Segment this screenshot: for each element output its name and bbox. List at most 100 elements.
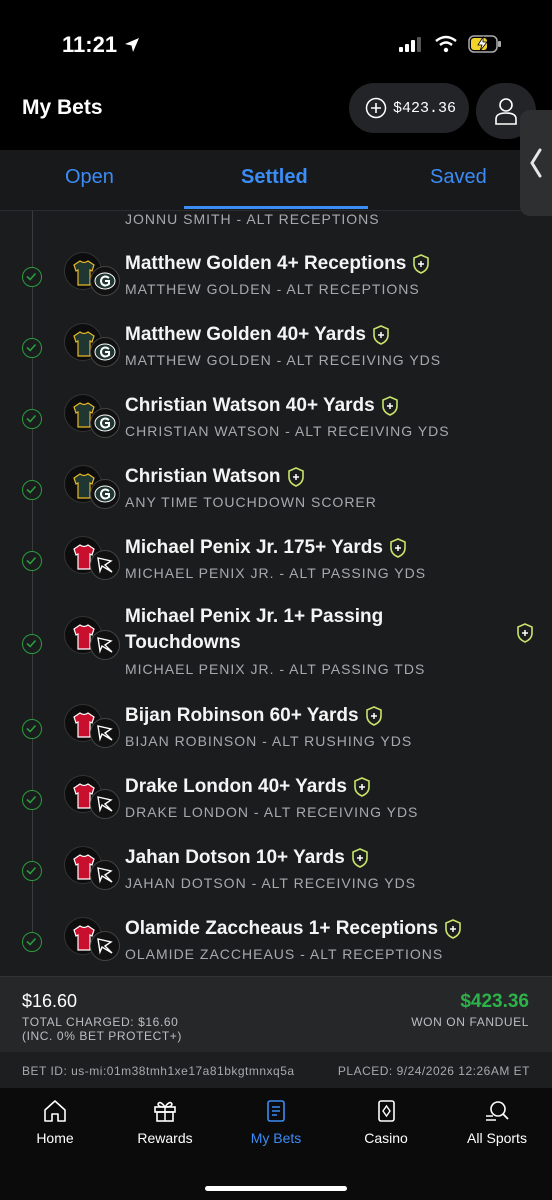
leg-subtitle: MICHAEL PENIX JR. - ALT PASSING YDS	[125, 565, 427, 581]
team-logo	[90, 630, 120, 660]
won-check-icon	[22, 634, 42, 654]
team-logos	[64, 323, 120, 367]
won-check-icon	[22, 409, 42, 429]
checkmark-icon	[26, 724, 37, 733]
tab-saved[interactable]: Saved	[430, 166, 487, 189]
team-logos	[64, 917, 120, 961]
team-logos	[64, 775, 120, 819]
nav-my-bets[interactable]: My Bets	[221, 1098, 331, 1146]
leg-title: Christian Watson	[125, 466, 305, 488]
packers-logo-icon	[94, 485, 116, 503]
leg-title-text: Matthew Golden 4+ Receptions	[125, 253, 407, 274]
balance-button[interactable]: $423.36	[349, 83, 469, 133]
checkmark-icon	[26, 795, 37, 804]
leg-subtitle: MATTHEW GOLDEN - ALT RECEIVING YDS	[125, 352, 442, 368]
home-indicator	[205, 1186, 347, 1191]
leg-title-text: Christian Watson 40+ Yards	[125, 395, 375, 416]
leg-title-text: Bijan Robinson 60+ Yards	[125, 705, 359, 726]
gift-icon	[154, 1101, 176, 1122]
leg-title-text: Christian Watson	[125, 466, 281, 487]
leg-title: Michael Penix Jr. 175+ Yards	[125, 537, 407, 559]
stake-amount: $16.60	[22, 991, 78, 1011]
leg-subtitle: DRAKE LONDON - ALT RECEIVING YDS	[125, 804, 419, 820]
bet-leg[interactable]: Michael Penix Jr. 1+ Passing Touchdowns M…	[0, 606, 552, 686]
bet-info-bar: BET ID: us-mi:01m38tmh1xe17a81bkgtmnxq5a…	[0, 1052, 552, 1088]
team-logos	[64, 616, 120, 660]
falcons-logo-icon	[97, 725, 113, 742]
checkmark-icon	[26, 485, 37, 494]
shield-icon	[445, 919, 461, 939]
leg-title-text: Drake London 40+ Yards	[125, 776, 347, 797]
leg-subtitle: MATTHEW GOLDEN - ALT RECEPTIONS	[125, 281, 420, 297]
won-label: WON ON FANDUEL	[411, 1015, 529, 1029]
nav-casino[interactable]: Casino	[331, 1098, 441, 1146]
leg-subtitle: OLAMIDE ZACCHEAUS - ALT RECEPTIONS	[125, 946, 444, 962]
bet-id: BET ID: us-mi:01m38tmh1xe17a81bkgtmnxq5a	[22, 1064, 295, 1078]
leg-subtitle: ANY TIME TOUCHDOWN SCORER	[125, 494, 377, 510]
won-check-icon	[22, 267, 42, 287]
active-tab-indicator	[184, 206, 368, 209]
team-logo	[90, 408, 120, 438]
packers-logo-icon	[94, 272, 116, 290]
nav-all-sports[interactable]: All Sports	[442, 1098, 552, 1146]
bet-leg[interactable]: Matthew Golden 4+ Receptions MATTHEW GOLD…	[0, 251, 552, 307]
nav-home[interactable]: Home	[0, 1098, 110, 1146]
leg-title: Christian Watson 40+ Yards	[125, 395, 399, 417]
bet-leg[interactable]: Olamide Zaccheaus 1+ Receptions OLAMIDE Z…	[0, 916, 552, 972]
bet-leg[interactable]: Christian Watson 40+ Yards CHRISTIAN WATS…	[0, 393, 552, 449]
leg-title-text: Michael Penix Jr. 1+ Passing Touchdowns	[125, 606, 384, 653]
team-logos	[64, 536, 120, 580]
signal-icon	[399, 37, 421, 52]
charged-info: TOTAL CHARGED: $16.60 (INC. 0% BET PROTE…	[22, 1015, 182, 1043]
won-check-icon	[22, 480, 42, 500]
falcons-logo-icon	[97, 938, 113, 955]
bet-leg[interactable]: Jahan Dotson 10+ Yards JAHAN DOTSON - ALT…	[0, 845, 552, 901]
shield-icon	[287, 467, 304, 487]
location-arrow-icon	[125, 38, 140, 52]
leg-subtitle: CHRISTIAN WATSON - ALT RECEIVING YDS	[125, 423, 450, 439]
won-check-icon	[22, 719, 42, 739]
bet-protect-note: (INC. 0% BET PROTECT+)	[22, 1029, 183, 1043]
bet-slip-icon	[267, 1100, 285, 1122]
leg-title: Bijan Robinson 60+ Yards	[125, 705, 383, 727]
shield-icon	[381, 396, 398, 416]
leg-title-text: Jahan Dotson 10+ Yards	[125, 847, 345, 868]
won-amount: $423.36	[460, 991, 529, 1012]
checkmark-icon	[26, 272, 37, 281]
bet-leg[interactable]: Matthew Golden 40+ Yards MATTHEW GOLDEN -…	[0, 322, 552, 378]
add-funds-icon	[365, 97, 387, 119]
status-time: 11:21	[62, 32, 141, 58]
team-logos	[64, 704, 120, 748]
team-logo	[90, 718, 120, 748]
team-logo	[90, 789, 120, 819]
leg-subtitle: JAHAN DOTSON - ALT RECEIVING YDS	[125, 875, 417, 891]
total-charged: TOTAL CHARGED: $16.60	[22, 1015, 179, 1029]
bet-leg[interactable]: Bijan Robinson 60+ Yards BIJAN ROBINSON -…	[0, 703, 552, 759]
leg-title: Jahan Dotson 10+ Yards	[125, 847, 369, 869]
side-panel-handle[interactable]	[520, 110, 552, 216]
bet-leg[interactable]: Michael Penix Jr. 175+ Yards MICHAEL PENI…	[0, 535, 552, 591]
user-icon	[495, 98, 517, 125]
won-check-icon	[22, 551, 42, 571]
bet-protect-badge	[510, 623, 534, 643]
bet-leg[interactable]: Drake London 40+ Yards DRAKE LONDON - ALT…	[0, 774, 552, 830]
shield-icon	[365, 706, 382, 726]
leg-title: Drake London 40+ Yards	[125, 776, 371, 798]
tab-open[interactable]: Open	[65, 166, 114, 189]
packers-logo-icon	[94, 414, 116, 432]
team-logos	[64, 252, 120, 296]
bet-legs-list[interactable]: JONNU SMITH - ALT RECEPTIONS Matthew Gol…	[0, 211, 552, 975]
shield-icon	[413, 254, 430, 274]
app-header: My Bets $423.36	[0, 80, 552, 150]
falcons-logo-icon	[97, 867, 113, 884]
bet-summary: $16.60 TOTAL CHARGED: $16.60 (INC. 0% BE…	[0, 976, 552, 1053]
shield-icon	[354, 777, 370, 797]
nav-rewards[interactable]: Rewards	[110, 1098, 220, 1146]
page-title: My Bets	[22, 96, 103, 119]
chevron-left-icon	[530, 148, 542, 178]
bet-leg[interactable]: Christian Watson ANY TIME TOUCHDOWN SCORE…	[0, 464, 552, 520]
team-logo	[90, 550, 120, 580]
tab-settled[interactable]: Settled	[241, 166, 308, 189]
won-check-icon	[22, 932, 42, 952]
falcons-logo-icon	[97, 557, 113, 574]
